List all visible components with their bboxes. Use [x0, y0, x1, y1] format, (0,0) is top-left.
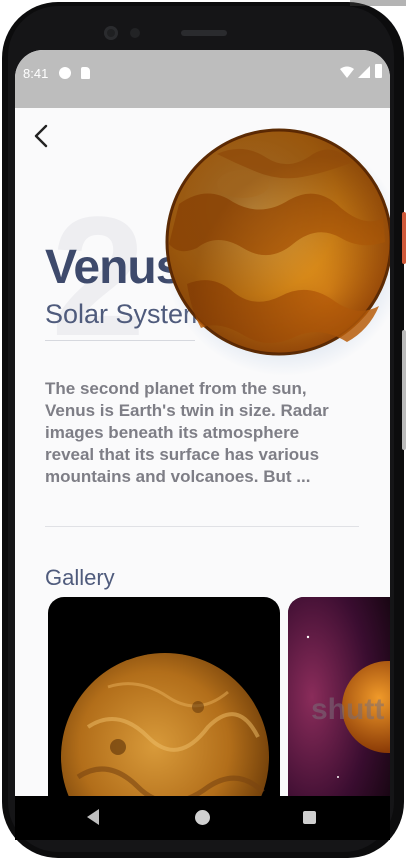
status-bar: 8:41	[15, 50, 390, 108]
app-notification-icon	[59, 67, 71, 79]
gallery-title: Gallery	[45, 565, 115, 590]
nav-home-icon[interactable]	[195, 810, 210, 825]
planet-description: The second planet from the sun, Venus is…	[45, 379, 329, 486]
battery-icon	[375, 64, 382, 78]
nav-back-icon[interactable]	[87, 809, 99, 825]
nav-recents-icon[interactable]	[303, 811, 316, 824]
cell-signal-icon	[358, 66, 370, 78]
venus-hero-image	[163, 128, 390, 376]
sd-card-icon	[81, 67, 90, 79]
power-button[interactable]	[402, 212, 406, 264]
front-camera	[104, 26, 118, 40]
status-time: 8:41	[23, 66, 49, 81]
stock-photo-watermark: shutt	[311, 693, 385, 726]
wifi-icon	[340, 66, 354, 78]
volume-button[interactable]	[402, 330, 406, 450]
proximity-sensor	[130, 28, 140, 38]
back-arrow-icon[interactable]	[25, 122, 55, 152]
app-screen: 8:41 2 Venus Solar System The second pla…	[15, 50, 390, 840]
device-frame: 8:41 2 Venus Solar System The second pla…	[0, 0, 406, 863]
section-divider	[45, 526, 359, 527]
system-nav-bar	[15, 796, 390, 840]
earpiece-speaker	[181, 30, 227, 36]
host-status-strip	[350, 0, 406, 6]
